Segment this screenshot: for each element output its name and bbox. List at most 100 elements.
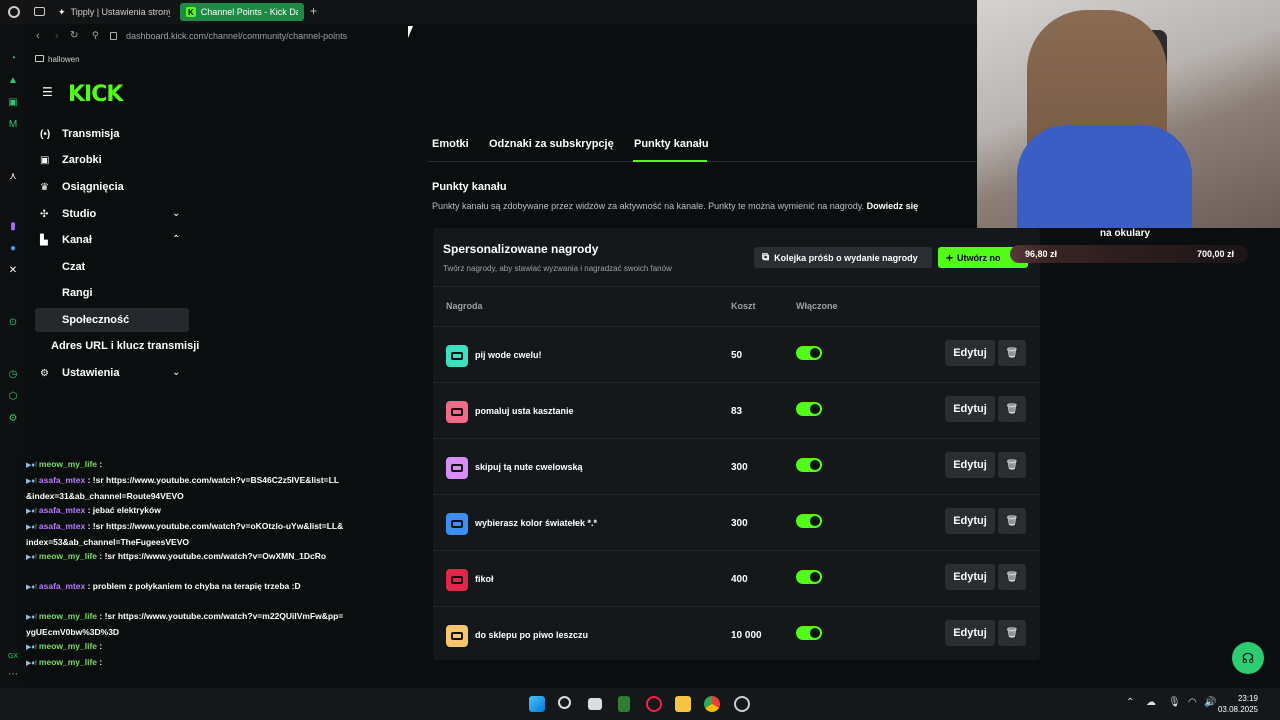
forward-icon[interactable]: ›	[55, 30, 59, 42]
task-view-icon[interactable]	[588, 698, 602, 710]
extension-icon[interactable]: ▲	[7, 74, 19, 86]
trash-icon[interactable]: 🗑	[998, 396, 1026, 422]
messenger-icon[interactable]: ●	[7, 242, 19, 254]
pinboard-icon[interactable]: ⬡	[7, 390, 19, 402]
more-icon[interactable]: ⋯	[7, 668, 19, 680]
reward-queue-button[interactable]: ⧉ Kolejka próśb o wydanie nagrody	[754, 247, 932, 268]
screen: ✦ Tipply | Ustawienia strony K Channel P…	[0, 0, 1280, 720]
tab-odznaki[interactable]: Odznaki za subskrypcję	[489, 138, 614, 150]
tab-channel-points[interactable]: K Channel Points - Kick Da	[180, 3, 304, 21]
player-icon[interactable]: ⊙	[7, 316, 19, 328]
nav-kanal[interactable]: ▙ Kanał	[40, 230, 92, 250]
enabled-toggle[interactable]	[796, 514, 822, 528]
messenger-app-icon[interactable]: M	[7, 118, 19, 130]
url-text[interactable]: dashboard.kick.com/channel/community/cha…	[126, 31, 347, 41]
badge-icon: ▶♦!	[26, 478, 37, 485]
trash-icon[interactable]: 🗑	[998, 620, 1026, 646]
back-icon[interactable]: ‹	[36, 30, 40, 42]
reload-icon[interactable]: ↻	[70, 30, 78, 41]
new-tab-icon[interactable]: +	[310, 4, 317, 18]
wifi-icon[interactable]: ◠	[1188, 697, 1197, 708]
speed-dial-icon[interactable]: ◔	[7, 52, 19, 64]
edit-button[interactable]: Edytuj	[945, 452, 995, 478]
divider	[433, 494, 1040, 495]
trash-icon[interactable]: 🗑	[998, 508, 1026, 534]
file-explorer-icon[interactable]	[675, 696, 691, 712]
browser-tab-bar: ✦ Tipply | Ustawienia strony K Channel P…	[0, 0, 980, 24]
windows-taskbar: ⌃ ☁ 🎙 ◠ 🔊 23:19 03.08.2025	[0, 688, 1280, 720]
app-icon[interactable]	[618, 696, 630, 712]
enabled-toggle[interactable]	[796, 570, 822, 584]
app-settings-icon[interactable]	[734, 696, 750, 712]
edit-button[interactable]: Edytuj	[945, 620, 995, 646]
nav-osiagniecia[interactable]: ♛ Osiągnięcia	[40, 177, 124, 197]
chevron-down-icon[interactable]: ⌄	[172, 208, 180, 219]
lock-icon	[110, 32, 117, 40]
nav-rangi[interactable]: Rangi	[62, 283, 93, 303]
nav-label: Transmisja	[62, 128, 120, 140]
chat-user: meow_my_life	[38, 657, 98, 667]
nav-zarobki[interactable]: ▣ Zarobki	[40, 150, 102, 170]
opera-gx-icon[interactable]	[646, 696, 662, 712]
search-icon[interactable]	[558, 696, 571, 709]
chat-user: asafa_mtex	[38, 475, 86, 485]
earnings-icon: ▣	[40, 154, 50, 166]
address-bar: ‹ › ↻ ⚲ dashboard.kick.com/channel/commu…	[28, 26, 980, 48]
tab-emotki[interactable]: Emotki	[432, 138, 469, 150]
opera-logo-icon[interactable]	[8, 6, 20, 18]
hamburger-icon[interactable]: ☰	[42, 85, 54, 99]
chevron-up-icon[interactable]: ⌃	[172, 234, 180, 245]
twitch-icon[interactable]: ▮	[7, 220, 19, 232]
tab-menu-icon[interactable]	[34, 7, 45, 16]
kick-logo[interactable]: KICK	[68, 82, 123, 107]
edit-button[interactable]: Edytuj	[945, 396, 995, 422]
volume-icon[interactable]: 🔊	[1204, 697, 1216, 708]
nav-transmisja[interactable]: (•) Transmisja	[40, 124, 119, 144]
reward-name: skipuj tą nute cwelowską	[475, 462, 583, 472]
bookmark-folder[interactable]: hallowen	[48, 55, 80, 64]
trash-icon[interactable]: 🗑	[998, 452, 1026, 478]
start-icon[interactable]	[529, 696, 545, 712]
nav-adres-url[interactable]: Adres URL i klucz transmisji	[51, 336, 199, 356]
gear-icon: ⚙	[40, 367, 49, 379]
tray-chevron-icon[interactable]: ⌃	[1126, 697, 1134, 708]
divider	[433, 550, 1040, 551]
channel-icon: ▙	[40, 234, 48, 246]
enabled-toggle[interactable]	[796, 346, 822, 360]
learn-more-link[interactable]: Dowiedz się	[867, 201, 919, 211]
history-icon[interactable]: ◷	[7, 368, 19, 380]
aria-icon[interactable]: ⋏	[7, 170, 19, 182]
support-chat-icon[interactable]: ☊	[1232, 642, 1264, 674]
button-label: Utwórz no	[957, 252, 1001, 263]
trash-icon[interactable]: 🗑	[998, 564, 1026, 590]
nav-czat[interactable]: Czat	[62, 257, 85, 277]
trash-icon[interactable]: 🗑	[998, 340, 1026, 366]
wallet-icon[interactable]: ▣	[7, 96, 19, 108]
system-clock[interactable]: 23:19 03.08.2025	[1218, 693, 1258, 715]
badge-icon: ▶♦!	[26, 554, 37, 561]
nav-ustawienia[interactable]: ⚙ Ustawienia	[40, 363, 119, 383]
divider	[433, 438, 1040, 439]
enabled-toggle[interactable]	[796, 402, 822, 416]
enabled-toggle[interactable]	[796, 626, 822, 640]
mouse-cursor	[408, 26, 418, 38]
edit-button[interactable]: Edytuj	[945, 508, 995, 534]
chevron-down-icon[interactable]: ⌄	[172, 367, 180, 378]
chrome-icon[interactable]	[704, 696, 720, 712]
tracker-icon[interactable]: ⚲	[92, 30, 99, 41]
table-row: do sklepu po piwo leszczu 10 000 Edytuj …	[433, 612, 1040, 668]
microphone-icon[interactable]: 🎙	[1168, 697, 1181, 708]
edit-button[interactable]: Edytuj	[945, 340, 995, 366]
nav-spolecznosc[interactable]: Społeczność	[62, 310, 129, 330]
enabled-toggle[interactable]	[796, 458, 822, 472]
edit-button[interactable]: Edytuj	[945, 564, 995, 590]
x-icon[interactable]: ✕	[7, 264, 19, 276]
tab-tipply[interactable]: ✦ Tipply | Ustawienia strony	[52, 3, 176, 21]
panel-subtitle: Twórz nagrody, aby stawiać wyzwania i na…	[443, 264, 672, 273]
tab-punkty-kanalu[interactable]: Punkty kanału	[634, 138, 709, 150]
section-title: Punkty kanału	[432, 181, 507, 193]
network-tray-icon[interactable]: ☁	[1146, 697, 1156, 708]
settings-icon[interactable]: ⚙	[7, 412, 19, 424]
divider	[433, 286, 1040, 287]
nav-studio[interactable]: ✣ Studio	[40, 204, 96, 224]
